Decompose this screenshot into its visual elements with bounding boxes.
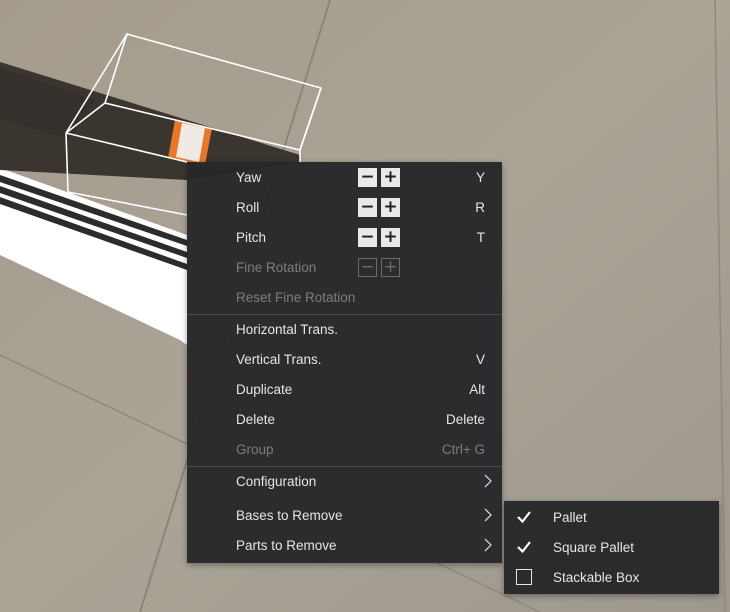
pitch-increase-button[interactable]: +	[381, 228, 400, 247]
menu-item-label: Configuration	[236, 474, 317, 489]
menu-item-shortcut: R	[475, 200, 485, 215]
menu-item-fine-rotation: Fine Rotation − +	[187, 252, 502, 282]
menu-item-reset-fine-rotation: Reset Fine Rotation	[187, 282, 502, 312]
pitch-stepper: − +	[358, 228, 403, 248]
fine-rotation-increase-button: +	[381, 258, 400, 277]
menu-item-label: Bases to Remove	[236, 508, 343, 523]
checkbox[interactable]	[516, 539, 532, 555]
submenu-bases-to-remove: Pallet Square Pallet Stackable Box	[504, 501, 719, 594]
checkbox[interactable]	[516, 509, 532, 525]
menu-item-yaw[interactable]: Yaw − + Y	[187, 162, 502, 192]
menu-item-pitch[interactable]: Pitch − + T	[187, 222, 502, 252]
submenu-item-square-pallet[interactable]: Square Pallet	[504, 532, 719, 562]
menu-item-label: Yaw	[236, 170, 262, 185]
submenu-item-label: Pallet	[553, 510, 587, 525]
submenu-item-stackable-box[interactable]: Stackable Box	[504, 562, 719, 592]
menu-item-roll[interactable]: Roll − + R	[187, 192, 502, 222]
roll-increase-button[interactable]: +	[381, 198, 400, 217]
menu-item-shortcut: T	[476, 230, 485, 245]
menu-item-vertical-trans[interactable]: Vertical Trans. V	[187, 344, 502, 374]
menu-item-duplicate[interactable]: Duplicate Alt	[187, 374, 502, 404]
menu-item-shortcut: Y	[475, 170, 485, 185]
menu-item-delete[interactable]: Delete Delete	[187, 404, 502, 434]
menu-item-label: Roll	[236, 200, 260, 215]
chevron-right-icon	[484, 508, 492, 522]
menu-item-shortcut: Ctrl+ G	[441, 442, 485, 457]
chevron-right-icon	[484, 474, 492, 488]
chevron-right-icon	[484, 538, 492, 552]
menu-item-label: Duplicate	[236, 382, 293, 397]
submenu-item-label: Stackable Box	[553, 570, 640, 585]
checkbox[interactable]	[516, 569, 532, 585]
checkmark-icon	[517, 511, 531, 524]
menu-item-horizontal-trans[interactable]: Horizontal Trans.	[187, 314, 502, 344]
menu-item-label: Fine Rotation	[236, 260, 317, 275]
roll-decrease-button[interactable]: −	[358, 198, 377, 217]
menu-item-shortcut: V	[475, 352, 485, 367]
submenu-item-pallet[interactable]: Pallet	[504, 502, 719, 532]
yaw-increase-button[interactable]: +	[381, 168, 400, 187]
menu-item-label: Group	[236, 442, 274, 457]
menu-item-label: Delete	[236, 412, 276, 427]
submenu-item-label: Square Pallet	[553, 540, 635, 555]
fine-rotation-decrease-button: −	[358, 258, 377, 277]
roll-stepper: − +	[358, 198, 403, 218]
menu-item-label: Parts to Remove	[236, 538, 337, 553]
menu-item-bases-to-remove[interactable]: Bases to Remove	[187, 500, 502, 530]
pitch-decrease-button[interactable]: −	[358, 228, 377, 247]
context-menu: Yaw − + Y Roll − + R Pitch − + T Fine Ro…	[187, 162, 502, 563]
menu-item-shortcut: Delete	[445, 412, 485, 427]
menu-item-label: Reset Fine Rotation	[236, 290, 356, 305]
menu-item-parts-to-remove[interactable]: Parts to Remove	[187, 530, 502, 560]
menu-item-shortcut: Alt	[469, 382, 485, 397]
menu-item-label: Vertical Trans.	[236, 352, 322, 367]
yaw-decrease-button[interactable]: −	[358, 168, 377, 187]
menu-item-label: Horizontal Trans.	[236, 322, 339, 337]
yaw-stepper: − +	[358, 168, 403, 188]
fine-rotation-stepper: − +	[358, 258, 403, 278]
menu-item-label: Pitch	[236, 230, 267, 245]
menu-item-group: Group Ctrl+ G	[187, 434, 502, 464]
checkmark-icon	[517, 541, 531, 554]
menu-item-configuration[interactable]: Configuration	[187, 466, 502, 496]
